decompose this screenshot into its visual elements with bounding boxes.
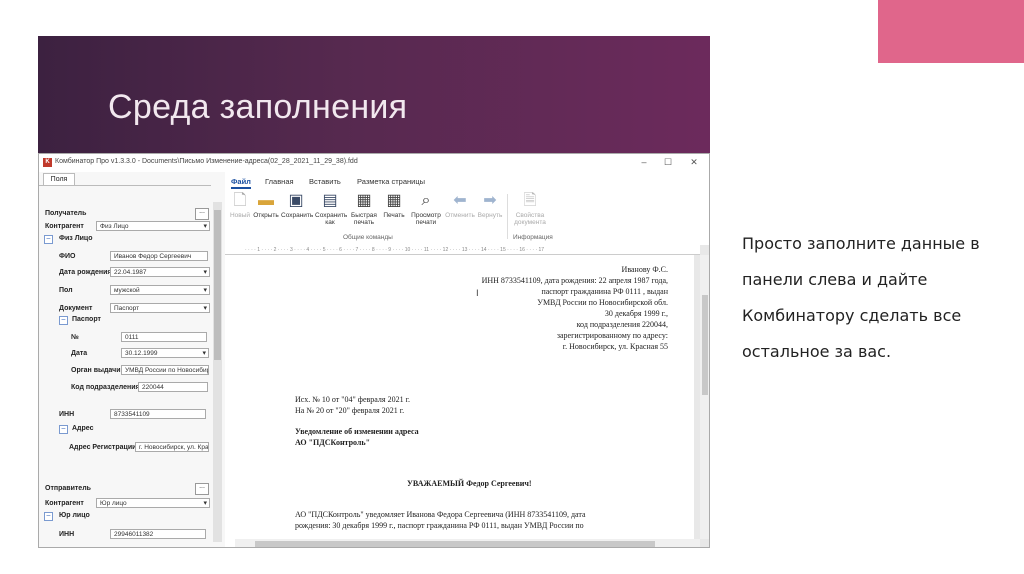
dept-code-label: Код подразделения <box>71 384 140 391</box>
sender-section-label: Отправитель <box>45 485 91 492</box>
window-titlebar: K Комбинатор Про v1.3.3.0 - Documents\Пи… <box>39 154 709 173</box>
group-information: Информация <box>513 234 553 241</box>
addressee-line: 30 декабря 1999 г., <box>604 309 668 318</box>
counterparty2-select[interactable]: Юр лицо <box>96 498 210 508</box>
group-common-commands: Общие команды <box>343 234 393 241</box>
document-label: Документ <box>59 305 93 312</box>
addressee-line: УМВД России по Новосибирской обл. <box>537 298 668 307</box>
folder-icon: ▬ <box>258 192 274 209</box>
document-horizontal-scrollbar[interactable] <box>235 539 700 547</box>
passport-date-label: Дата <box>71 350 88 357</box>
close-icon[interactable]: ✕ <box>687 156 701 168</box>
addressee-line: ИНН 8733541109, дата рождения: 22 апреля… <box>481 276 668 285</box>
individual-group-label: Физ Лицо <box>59 235 93 242</box>
fio-label: ФИО <box>59 253 76 260</box>
collapse-legal-icon[interactable]: – <box>44 512 53 521</box>
body-line: АО "ПДСКонтроль" уведомляет Иванова Федо… <box>295 510 586 519</box>
collapse-individual-icon[interactable]: – <box>44 235 53 244</box>
passport-group-label: Паспорт <box>72 316 101 323</box>
inn-input[interactable]: 8733541109 <box>110 409 206 419</box>
recipient-options-button[interactable]: ... <box>195 208 209 220</box>
greeting: УВАЖАЕМЫЙ Федор Сергеевич! <box>407 479 532 488</box>
print-icon: ▦ <box>386 192 402 209</box>
minimize-icon[interactable]: – <box>637 156 651 168</box>
issuer-input[interactable]: УМВД России по Новосибирской обл. <box>121 365 209 375</box>
document-vertical-scrollbar[interactable] <box>700 255 709 539</box>
addressee-line: г. Новосибирск, ул. Красная 55 <box>562 342 668 351</box>
addressee-line: код подразделения 220044, <box>576 320 668 329</box>
document-select[interactable]: Паспорт <box>110 303 210 313</box>
addressee-line: паспорт гражданина РФ 0111 , выдан <box>541 287 668 296</box>
save-as-button[interactable]: ▤ Сохранить как <box>315 192 347 226</box>
text-cursor-icon: I <box>476 289 479 299</box>
collapse-address-icon[interactable]: – <box>59 425 68 434</box>
accent-block <box>878 0 1024 63</box>
subject-line: Уведомление об изменении адреса <box>295 427 419 436</box>
document-page[interactable]: Иванову Ф.С. ИНН 8733541109, дата рожден… <box>235 255 694 539</box>
save-button[interactable]: ▣ Сохранить <box>281 192 313 219</box>
registration-address-label: Адрес Регистрации <box>69 444 137 451</box>
open-button[interactable]: ▬ Открыть <box>251 192 281 219</box>
tab-file[interactable]: Файл <box>231 177 251 189</box>
passport-date-input[interactable]: 30.12.1999 <box>121 348 209 358</box>
tab-home[interactable]: Главная <box>265 177 294 186</box>
sender-options-button[interactable]: ... <box>195 483 209 495</box>
outgoing-ref: Исх. № 10 от "04" февраля 2021 г. <box>295 395 410 404</box>
body-line: рождения: 30 декабря 1999 г., паспорт гр… <box>295 521 584 530</box>
horizontal-ruler: · · · · 1 · · · · 2 · · · · 3 · · · · 4 … <box>225 245 700 255</box>
inn-label: ИНН <box>59 411 75 418</box>
legal-group-label: Юр лицо <box>59 512 90 519</box>
registration-address-input[interactable]: г. Новосибирск, ул. Красная 55 <box>135 442 209 452</box>
print-preview-button[interactable]: ⌕ Просмотр печати <box>411 192 441 226</box>
inn2-label: ИНН <box>59 531 75 538</box>
counterparty-label: Контрагент <box>45 223 84 230</box>
app-logo-icon: K <box>43 158 52 167</box>
document-area: · · · · 1 · · · · 2 · · · · 3 · · · · 4 … <box>225 245 709 547</box>
tab-page-layout[interactable]: Разметка страницы <box>357 177 425 186</box>
document-properties-button[interactable]: 🗎 Свойства документа <box>513 192 547 226</box>
slide-description: Просто заполните данные в панели слева и… <box>742 234 980 361</box>
app-window: K Комбинатор Про v1.3.3.0 - Documents\Пи… <box>38 153 710 548</box>
maximize-icon[interactable]: ☐ <box>661 156 675 168</box>
fio-input[interactable]: Иванов Федор Сергеевич <box>110 251 208 261</box>
window-title: Комбинатор Про v1.3.3.0 - Documents\Пись… <box>55 158 358 165</box>
gender-select[interactable]: мужской <box>110 285 210 295</box>
birth-date-label: Дата рождения <box>59 269 112 276</box>
counterparty-select[interactable]: Физ Лицо <box>96 221 210 231</box>
addressee-line: Иванову Ф.С. <box>621 265 668 274</box>
properties-icon: 🗎 <box>523 192 537 209</box>
issuer-label: Орган выдачи <box>71 367 121 374</box>
addressee-line: зарегистрированному по адресу: <box>556 331 668 340</box>
ribbon-toolbar: Файл Главная Вставить Разметка страницы … <box>225 172 709 246</box>
recipient-section-label: Получатель <box>45 210 87 217</box>
preview-icon: ⌕ <box>421 192 431 209</box>
redo-icon: ➡ <box>483 192 497 209</box>
dept-code-input[interactable]: 220044 <box>138 382 208 392</box>
gender-label: Пол <box>59 287 73 294</box>
collapse-passport-icon[interactable]: – <box>59 316 68 325</box>
printer-icon: ▦ <box>356 192 372 209</box>
new-document-icon: 🗋 <box>233 192 247 209</box>
undo-icon: ⬅ <box>453 192 467 209</box>
quick-print-button[interactable]: ▦ Быстрая печать <box>349 192 379 226</box>
inn2-input[interactable]: 29946011382 <box>110 529 206 539</box>
fields-panel: Поля Получатель ... Контрагент Физ Лицо … <box>39 172 226 547</box>
redo-button[interactable]: ➡ Вернуть <box>475 192 505 219</box>
print-button[interactable]: ▦ Печать <box>379 192 409 219</box>
passport-number-input[interactable]: 0111 <box>121 332 207 342</box>
save-icon: ▣ <box>288 192 304 209</box>
incoming-ref: На № 20 от "20" февраля 2021 г. <box>295 406 405 415</box>
tab-insert[interactable]: Вставить <box>309 177 341 186</box>
undo-button[interactable]: ⬅ Отменить <box>445 192 475 219</box>
slide-title: Среда заполнения <box>108 88 408 126</box>
save-as-icon: ▤ <box>322 192 338 209</box>
fields-scrollbar[interactable] <box>213 202 222 542</box>
subject-company: АО "ПДСКонтроль" <box>295 438 371 447</box>
birth-date-input[interactable]: 22.04.1987 <box>110 267 210 277</box>
passport-number-label: № <box>71 334 79 341</box>
counterparty2-label: Контрагент <box>45 500 84 507</box>
address-group-label: Адрес <box>72 425 94 432</box>
